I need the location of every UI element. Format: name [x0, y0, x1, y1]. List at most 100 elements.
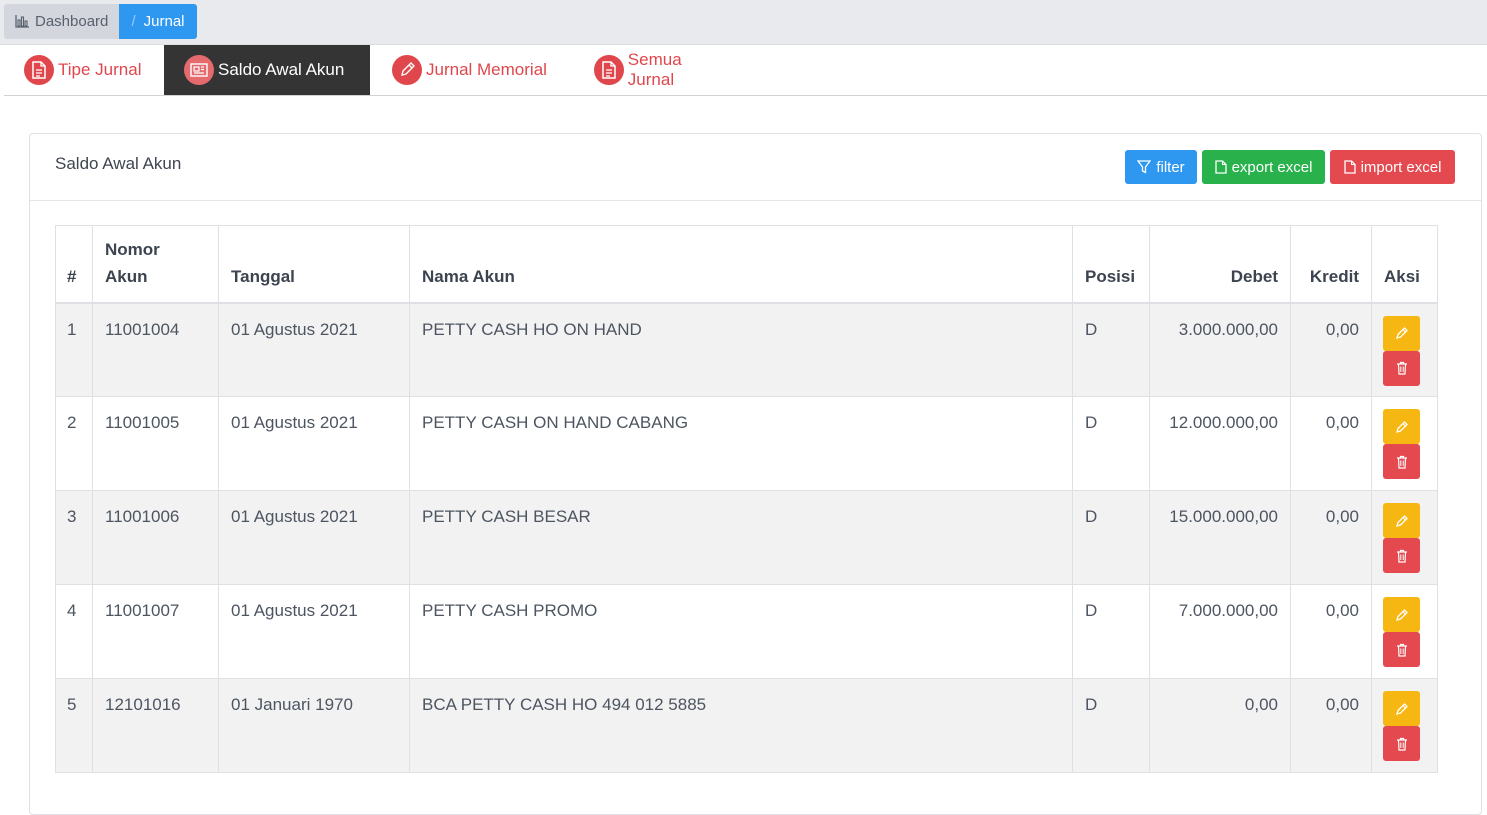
trash-icon [1396, 549, 1408, 563]
tab-tipe-jurnal[interactable]: Tipe Jurnal [4, 45, 164, 95]
export-excel-button[interactable]: export excel [1202, 150, 1325, 184]
cell-posisi: D [1072, 302, 1150, 397]
export-button-label: export excel [1231, 158, 1313, 176]
cell-kredit: 0,00 [1290, 678, 1372, 773]
pencil-icon [1395, 514, 1409, 528]
cell-nomor-akun: 12101016 [92, 678, 219, 773]
tab-jurnal-memorial[interactable]: Jurnal Memorial [370, 45, 572, 95]
trash-icon [1396, 455, 1408, 469]
tab-label: Tipe Jurnal [58, 60, 142, 79]
column-header-no[interactable]: # [55, 225, 93, 304]
column-header-debet[interactable]: Debet [1149, 225, 1291, 304]
pencil-icon [1395, 702, 1409, 716]
cell-posisi: D [1072, 396, 1150, 491]
cell-debet: 7.000.000,00 [1149, 584, 1291, 679]
cell-aksi [1371, 302, 1438, 397]
file-icon [1343, 160, 1356, 174]
tab-semua-jurnal[interactable]: Semua Jurnal [572, 45, 752, 95]
card-header: Saldo Awal Akun filter export excel impo… [30, 134, 1481, 201]
table-row: 1 11001004 01 Agustus 2021 PETTY CASH HO ON… [55, 302, 1438, 397]
bar-chart-icon [15, 15, 29, 28]
breadcrumb-separator: / [131, 13, 136, 30]
cell-posisi: D [1072, 678, 1150, 773]
cell-kredit: 0,00 [1290, 302, 1372, 397]
saldo-awal-card: Saldo Awal Akun filter export excel impo… [29, 133, 1482, 815]
cell-aksi [1371, 584, 1438, 679]
cell-nomor-akun: 11001006 [92, 490, 219, 585]
cell-debet: 15.000.000,00 [1149, 490, 1291, 585]
cell-posisi: D [1072, 584, 1150, 679]
cell-nama-akun: PETTY CASH ON HAND CABANG [409, 396, 1073, 491]
breadcrumb-dashboard-link[interactable]: Dashboard [4, 4, 120, 39]
cell-debet: 3.000.000,00 [1149, 302, 1291, 397]
saldo-awal-table: # Nomor Akun Tanggal Nama Akun Posisi De… [55, 225, 1438, 773]
pencil-icon [1395, 326, 1409, 340]
filter-icon [1137, 160, 1152, 174]
cell-debet: 0,00 [1149, 678, 1291, 773]
cell-nama-akun: PETTY CASH BESAR [409, 490, 1073, 585]
breadcrumb-home-label: Dashboard [35, 13, 109, 30]
delete-button[interactable] [1383, 538, 1420, 573]
filter-button[interactable]: filter [1125, 150, 1197, 184]
delete-button[interactable] [1383, 350, 1420, 386]
table-body: 1 11001004 01 Agustus 2021 PETTY CASH HO ON… [55, 302, 1438, 773]
card-title: Saldo Awal Akun [55, 154, 182, 173]
cell-aksi [1371, 678, 1438, 773]
pencil-icon [1395, 420, 1409, 434]
import-excel-button[interactable]: import excel [1330, 150, 1455, 184]
tab-saldo-awal-akun[interactable]: Saldo Awal Akun [164, 45, 370, 95]
delete-button[interactable] [1383, 632, 1420, 667]
cell-no: 5 [55, 678, 93, 773]
cell-tanggal: 01 Januari 1970 [218, 678, 410, 773]
column-header-nama-akun[interactable]: Nama Akun [409, 225, 1073, 304]
column-header-nomor-akun[interactable]: Nomor Akun [92, 225, 219, 304]
edit-button[interactable] [1383, 503, 1420, 538]
table-row: 3 11001006 01 Agustus 2021 PETTY CASH BESAR… [55, 490, 1438, 585]
import-button-label: import excel [1360, 158, 1442, 176]
breadcrumb-current: / Jurnal [119, 4, 197, 39]
cell-debet: 12.000.000,00 [1149, 396, 1291, 491]
trash-icon [1396, 643, 1408, 657]
edit-button[interactable] [1383, 315, 1420, 351]
cell-kredit: 0,00 [1290, 584, 1372, 679]
cell-kredit: 0,00 [1290, 490, 1372, 585]
edit-button[interactable] [1383, 597, 1420, 632]
pencil-icon [392, 55, 422, 85]
column-header-kredit[interactable]: Kredit [1290, 225, 1372, 304]
cell-tanggal: 01 Agustus 2021 [218, 396, 410, 491]
cell-aksi [1371, 396, 1438, 491]
document-icon [24, 55, 54, 85]
cell-kredit: 0,00 [1290, 396, 1372, 491]
table-row: 5 12101016 01 Januari 1970 BCA PETTY CASH H… [55, 678, 1438, 773]
pencil-icon [1395, 608, 1409, 622]
cell-nama-akun: PETTY CASH PROMO [409, 584, 1073, 679]
breadcrumb: Dashboard / Jurnal [0, 0, 1487, 45]
cell-aksi [1371, 490, 1438, 585]
edit-button[interactable] [1383, 409, 1420, 444]
cell-no: 4 [55, 584, 93, 679]
cell-tanggal: 01 Agustus 2021 [218, 490, 410, 585]
column-header-tanggal[interactable]: Tanggal [218, 225, 410, 304]
cell-tanggal: 01 Agustus 2021 [218, 302, 410, 397]
cell-tanggal: 01 Agustus 2021 [218, 584, 410, 679]
delete-button[interactable] [1383, 444, 1420, 479]
column-header-posisi[interactable]: Posisi [1072, 225, 1150, 304]
edit-button[interactable] [1383, 691, 1420, 726]
document-icon [594, 55, 624, 85]
cell-nama-akun: BCA PETTY CASH HO 494 012 5885 [409, 678, 1073, 773]
table-header-row: # Nomor Akun Tanggal Nama Akun Posisi De… [55, 225, 1438, 304]
cell-no: 3 [55, 490, 93, 585]
cell-nama-akun: PETTY CASH HO ON HAND [409, 302, 1073, 397]
table-row: 4 11001007 01 Agustus 2021 PETTY CASH PROMO… [55, 584, 1438, 679]
tab-bar: Tipe Jurnal Saldo Awal Akun Jurnal Memor… [4, 45, 1487, 96]
file-icon [1214, 160, 1227, 174]
table-row: 2 11001005 01 Agustus 2021 PETTY CASH ON HA… [55, 396, 1438, 491]
breadcrumb-current-label: Jurnal [143, 13, 185, 30]
tab-label: Jurnal Memorial [426, 60, 547, 79]
filter-button-label: filter [1156, 158, 1185, 176]
tab-label: Saldo Awal Akun [218, 60, 345, 79]
newspaper-icon [184, 55, 214, 85]
delete-button[interactable] [1383, 726, 1420, 761]
cell-nomor-akun: 11001005 [92, 396, 219, 491]
cell-nomor-akun: 11001004 [92, 302, 219, 397]
